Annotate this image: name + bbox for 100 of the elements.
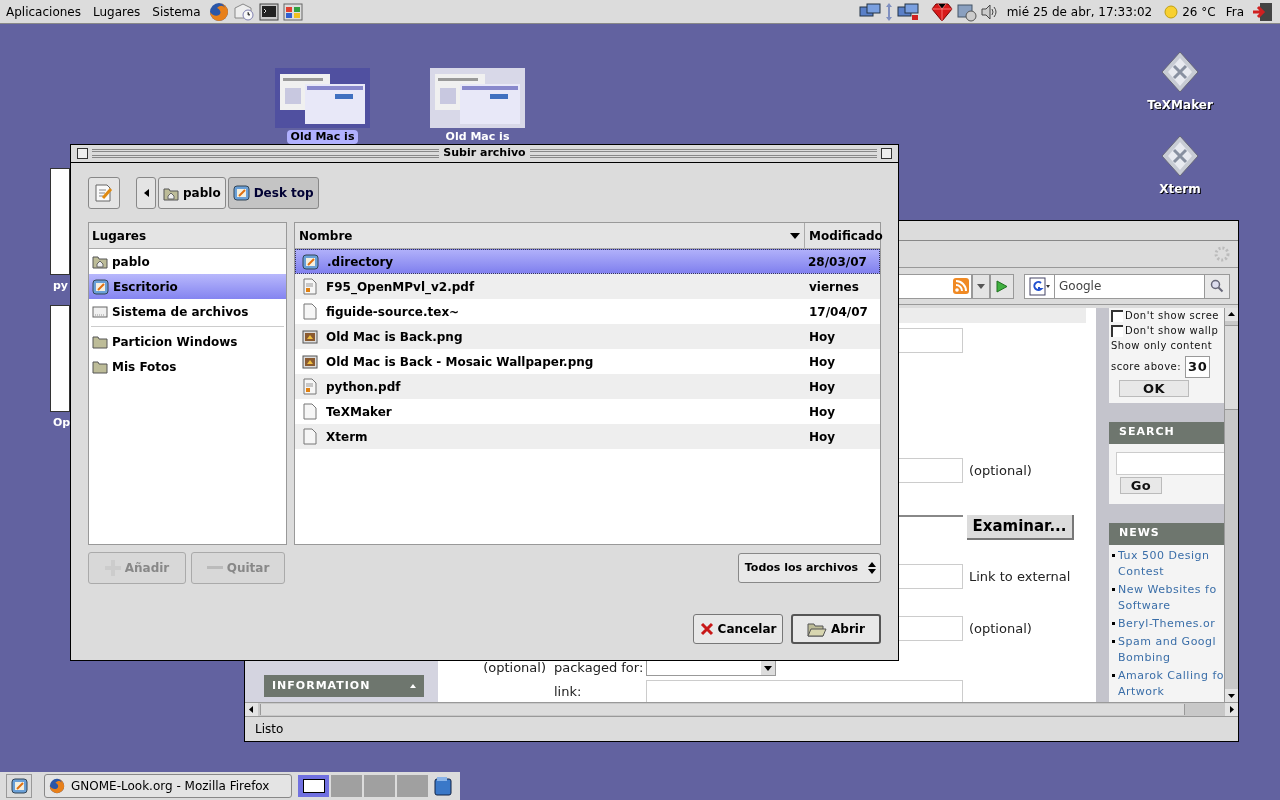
file-name: figuide-source.tex~ <box>326 303 460 321</box>
file-row[interactable]: python.pdf Hoy <box>295 374 880 399</box>
bullet-icon <box>1112 673 1115 677</box>
browse-button[interactable]: Examinar... <box>967 515 1074 540</box>
score-field[interactable]: 30 <box>1185 356 1211 378</box>
menu-item[interactable]: Lugares <box>92 2 141 21</box>
bullet-icon <box>1112 639 1115 643</box>
scroll-thumb[interactable] <box>260 704 1185 715</box>
terminal-icon[interactable] <box>258 2 279 21</box>
blank-page-icon <box>302 303 317 320</box>
file-type-dropdown[interactable]: Todos los archivos <box>738 553 881 583</box>
window-title: Subir archivo <box>443 145 526 162</box>
place-item[interactable]: Sistema de archivos <box>89 299 286 324</box>
show-desktop-button[interactable] <box>6 774 32 798</box>
file-date: 17/04/07 <box>808 303 869 321</box>
application-icon[interactable] <box>1160 50 1200 94</box>
folder-icon <box>807 621 828 637</box>
icon-label[interactable]: TeXMaker <box>1147 98 1213 112</box>
news-link[interactable]: Amarok Calling fo Artwork <box>1118 667 1224 700</box>
checkbox[interactable] <box>1111 324 1123 337</box>
place-item[interactable]: pablo <box>89 249 286 274</box>
colored-grid-icon[interactable] <box>282 2 303 21</box>
scroll-up-icon[interactable] <box>1225 308 1238 321</box>
back-button[interactable] <box>136 177 156 209</box>
close-box[interactable] <box>77 148 88 159</box>
search-engine-icon[interactable] <box>1028 276 1051 296</box>
throbber-icon <box>1214 246 1230 262</box>
place-item[interactable]: Particion Windows <box>89 329 286 354</box>
file-row[interactable]: F95_OpenMPvl_v2.pdf viernes <box>295 274 880 299</box>
logout-icon[interactable] <box>1252 1 1274 22</box>
go-button[interactable]: Go <box>1120 476 1162 494</box>
file-name: F95_OpenMPvl_v2.pdf <box>326 278 475 296</box>
desktop-icon <box>10 778 28 794</box>
scroll-right-icon[interactable] <box>1225 703 1238 716</box>
news-link[interactable]: Spam and Googl Bombing <box>1118 633 1217 666</box>
search-field[interactable] <box>1116 451 1224 475</box>
file-row[interactable]: Old Mac is Back.png Hoy <box>295 324 880 349</box>
scroll-thumb[interactable] <box>1225 325 1238 410</box>
field-label: link: <box>554 684 582 700</box>
search-input[interactable]: Google <box>1055 277 1204 295</box>
file-name: TeXMaker <box>326 403 392 421</box>
filter-label: score above: <box>1111 360 1182 375</box>
vertical-scrollbar[interactable] <box>1224 308 1238 702</box>
path-button[interactable]: Desk top <box>227 177 319 209</box>
icon-label[interactable]: Old Mac is <box>441 130 514 144</box>
folder-icon <box>92 359 108 374</box>
path-button[interactable]: pablo <box>158 177 226 209</box>
sun-icon <box>1164 4 1179 19</box>
pencil-paper-icon <box>94 183 114 203</box>
horizontal-scrollbar[interactable] <box>245 702 1238 717</box>
place-item[interactable]: Mis Fotos <box>89 354 286 379</box>
open-button[interactable]: Abrir <box>791 614 881 644</box>
ruby-gem-icon[interactable] <box>930 1 953 22</box>
search-button[interactable] <box>1204 274 1229 298</box>
icon-label[interactable]: Xterm <box>1159 182 1201 196</box>
browser-icon[interactable] <box>208 1 229 22</box>
icon-label[interactable]: Old Mac is <box>286 130 359 144</box>
text-field[interactable] <box>646 679 963 702</box>
file-name: .directory <box>327 253 394 271</box>
news-link[interactable]: Beryl-Themes.or <box>1118 615 1216 632</box>
news-link[interactable]: Tux 500 Design Contest <box>1118 547 1210 580</box>
scroll-down-icon[interactable] <box>1225 689 1238 702</box>
volume-icon[interactable] <box>980 3 999 20</box>
icon-label[interactable]: py <box>53 279 71 293</box>
window-outline-icon <box>302 779 325 793</box>
caret-icon <box>977 283 985 289</box>
scroll-left-icon[interactable] <box>245 703 258 716</box>
keyboard-layout[interactable]: Fra <box>1225 2 1244 21</box>
drive-icon <box>92 304 108 319</box>
file-manager-icon[interactable] <box>434 776 452 796</box>
ok-button[interactable]: OK <box>1119 379 1189 397</box>
menu-item[interactable]: Aplicaciones <box>6 2 81 21</box>
workspace[interactable] <box>298 775 329 797</box>
cancel-button[interactable]: Cancelar <box>693 614 783 644</box>
go-button[interactable] <box>990 273 1014 299</box>
search-field[interactable]: Google <box>1024 273 1230 299</box>
icon-label[interactable]: Op <box>53 416 71 430</box>
news-link[interactable]: New Websites fo Software <box>1118 581 1217 614</box>
document-thumbnail[interactable] <box>50 168 70 275</box>
zoom-box[interactable] <box>881 148 892 159</box>
file-row[interactable]: Xterm Hoy <box>295 424 880 449</box>
network-icon[interactable] <box>896 2 919 21</box>
blank-page-icon <box>302 428 317 445</box>
file-date: Hoy <box>808 353 837 371</box>
task-button[interactable]: GNOME-Look.org - Mozilla Firefox <box>44 774 292 798</box>
section-header[interactable]: INFORMATION <box>264 675 424 697</box>
checkbox[interactable] <box>1111 309 1123 322</box>
dropdown-button[interactable] <box>972 273 990 299</box>
menu-item[interactable]: Sistema <box>152 2 201 21</box>
image-icon <box>301 354 318 369</box>
home-folder-icon <box>163 185 179 201</box>
document-thumbnail[interactable] <box>50 305 70 412</box>
place-item[interactable]: Escritorio <box>89 274 286 299</box>
file-date: Hoy <box>808 328 837 346</box>
search-icon <box>1210 279 1224 293</box>
desktop-icon <box>92 278 109 295</box>
file-date: Hoy <box>808 378 837 396</box>
file-row[interactable]: .directory 28/03/07 <box>295 249 880 274</box>
application-icon[interactable] <box>1160 134 1200 178</box>
edit-location-button[interactable] <box>88 177 120 209</box>
